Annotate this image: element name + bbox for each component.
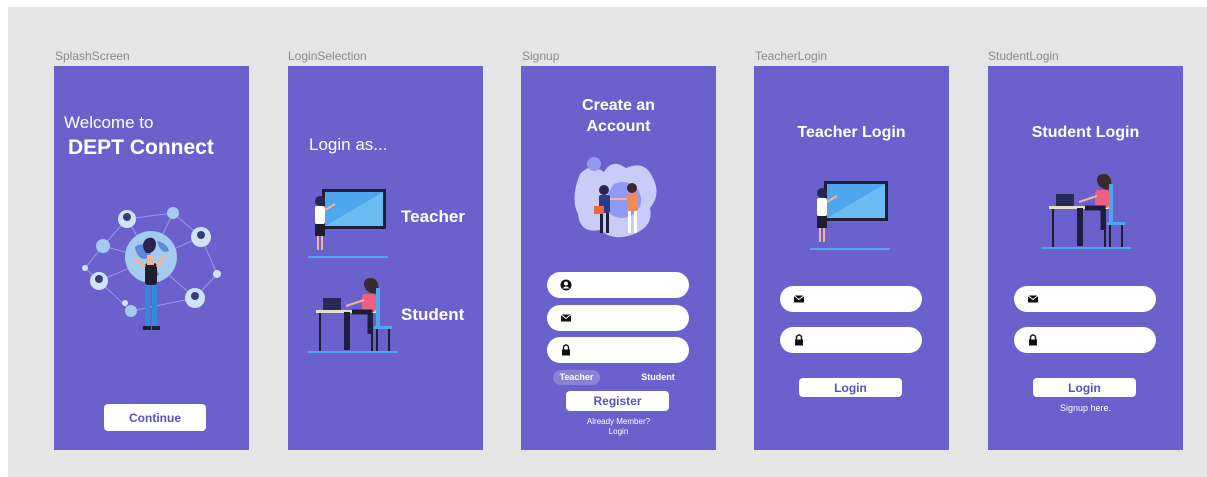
name-input[interactable] xyxy=(547,272,689,298)
student-login-screen: Student Login Login Signup here. xyxy=(988,66,1183,450)
frame-label-signup: Signup xyxy=(522,49,560,63)
continue-button[interactable]: Continue xyxy=(104,404,206,431)
teacher-illustration xyxy=(308,189,388,258)
welcome-text: Welcome to xyxy=(64,113,154,132)
teacher-login-title: Teacher Login xyxy=(797,124,906,141)
student-email-input[interactable] xyxy=(1014,286,1156,312)
mail-icon xyxy=(1027,295,1039,303)
signup-title-line1: Create an xyxy=(582,97,655,114)
student-option-label: Student xyxy=(401,305,465,324)
user-icon xyxy=(560,279,572,291)
email-input[interactable] xyxy=(547,305,689,331)
frame-label-selection: LoginSelection xyxy=(288,49,367,63)
network-illustration xyxy=(82,207,221,330)
lock-icon xyxy=(562,344,570,356)
role-student-toggle[interactable]: Student xyxy=(633,370,683,385)
student-login-button[interactable]: Login xyxy=(1033,378,1136,397)
lock-icon xyxy=(1029,334,1037,346)
mail-icon xyxy=(793,295,805,303)
teacher-option-label: Teacher xyxy=(401,207,465,226)
lock-icon xyxy=(795,334,803,346)
student-password-input[interactable] xyxy=(1014,327,1156,353)
splash-screen: Welcome to DEPT Connect Continue xyxy=(54,66,249,450)
role-teacher-toggle[interactable]: Teacher xyxy=(553,370,600,385)
login-link[interactable]: Login xyxy=(521,427,716,437)
teacher-login-button[interactable]: Login xyxy=(799,378,902,397)
signup-screen: Create an Account Teacher Student Regist… xyxy=(521,66,716,450)
teacher-password-input[interactable] xyxy=(780,327,922,353)
frame-label-splash: SplashScreen xyxy=(55,49,130,63)
student-illustration xyxy=(308,278,398,353)
teamwork-puzzle-illustration xyxy=(574,157,657,238)
password-input[interactable] xyxy=(547,337,689,363)
student-login-title: Student Login xyxy=(1031,124,1140,141)
already-member-text: Already Member? xyxy=(586,417,651,426)
login-selection-screen: Login as... Teacher Student xyxy=(288,66,483,450)
app-name: DEPT Connect xyxy=(68,136,214,159)
signup-title-line2: Account xyxy=(586,118,651,135)
signup-here-link[interactable]: Signup here. xyxy=(988,403,1183,413)
register-button[interactable]: Register xyxy=(566,391,669,411)
teacher-email-input[interactable] xyxy=(780,286,922,312)
frame-label-teacher-login: TeacherLogin xyxy=(755,49,828,63)
student-illustration xyxy=(1041,174,1131,249)
login-as-title: Login as... xyxy=(309,135,388,154)
teacher-illustration xyxy=(810,181,890,250)
teacher-login-screen: Teacher Login Login xyxy=(754,66,949,450)
frame-label-student-login: StudentLogin xyxy=(988,49,1059,63)
mail-icon xyxy=(560,314,572,322)
student-option[interactable]: Student xyxy=(308,278,480,356)
teacher-option[interactable]: Teacher xyxy=(308,186,480,261)
